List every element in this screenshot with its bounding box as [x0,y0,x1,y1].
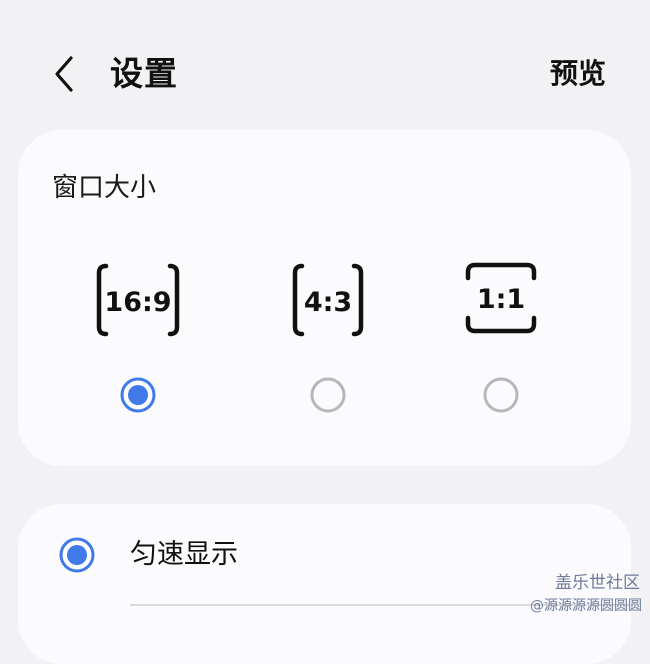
ratio-1-1-icon: 1:1 [465,262,537,334]
ratio-option-16-9[interactable]: 16:9 [78,258,198,418]
ratio-16-9-label: 16:9 [104,287,171,318]
ratio-options: 16:9 4:3 1:1 [18,258,631,418]
ratio-4-3-icon: 4:3 [292,263,364,337]
window-size-title: 窗口大小 [52,173,157,203]
display-mode-item-uniform[interactable]: 匀速显示 [18,504,631,604]
watermark-brand: 盖乐世社区 [555,573,640,593]
preview-button[interactable]: 预览 [550,52,606,96]
ratio-1-1-label: 1:1 [477,284,525,315]
chevron-left-icon [55,56,73,92]
display-mode-label: 匀速显示 [130,539,238,570]
app-header: 设置 预览 [0,0,650,150]
radio-unselected-4-3[interactable] [309,376,347,414]
radio-unselected-1-1[interactable] [482,376,520,414]
ratio-4-3-label: 4:3 [304,287,352,318]
back-button[interactable] [44,54,84,94]
page-title: 设置 [110,54,178,93]
ratio-option-4-3[interactable]: 4:3 [268,258,388,418]
watermark-source: @源源源源圆圆圆 [530,598,642,614]
window-size-card: 窗口大小 16:9 4:3 1:1 [18,130,631,466]
ratio-option-1-1[interactable]: 1:1 [441,258,561,418]
ratio-16-9-icon: 16:9 [96,263,180,337]
radio-selected-uniform[interactable] [58,536,96,574]
radio-selected-16-9[interactable] [119,376,157,414]
display-mode-card: 匀速显示 [18,504,631,664]
